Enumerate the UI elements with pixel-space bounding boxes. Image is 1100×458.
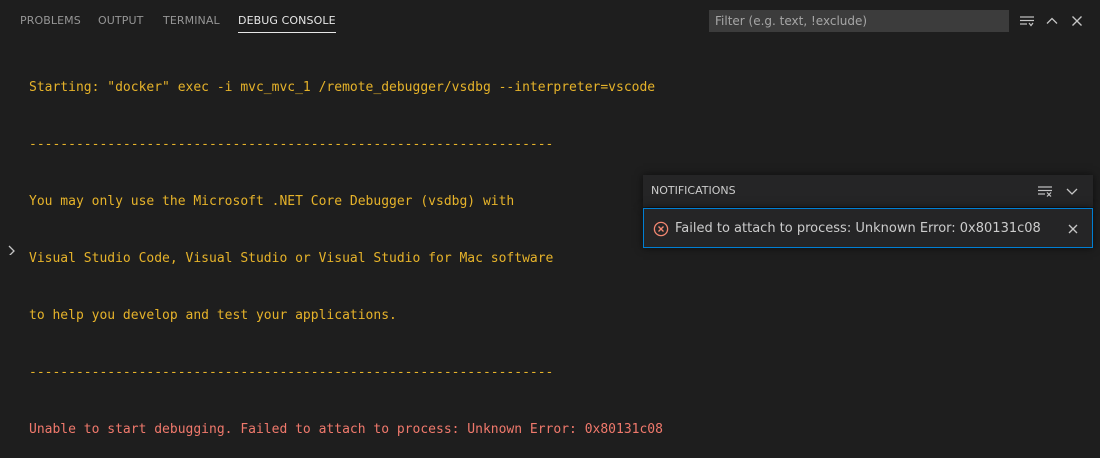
console-input-chevron-icon (4, 240, 20, 259)
hide-notifications-button[interactable] (1064, 183, 1080, 203)
console-line: Starting: "docker" exec -i mvc_mvc_1 /re… (29, 80, 656, 95)
notification-message: Failed to attach to process: Unknown Err… (675, 221, 1041, 236)
debug-console-output: Starting: "docker" exec -i mvc_mvc_1 /re… (29, 40, 1089, 458)
close-panel-button[interactable] (1066, 10, 1088, 32)
error-icon (653, 221, 669, 241)
console-line: to help you develop and test your applic… (29, 308, 397, 323)
tab-terminal[interactable]: TERMINAL (163, 0, 220, 40)
clear-all-notifications-button[interactable] (1037, 183, 1053, 203)
tab-problems[interactable]: PROBLEMS (20, 0, 81, 40)
close-icon (1068, 224, 1078, 234)
notifications-title: NOTIFICATIONS (651, 184, 736, 197)
notification-toast[interactable]: Failed to attach to process: Unknown Err… (643, 208, 1093, 248)
console-error-line: Unable to start debugging. Failed to att… (29, 422, 663, 437)
chevron-down-icon (1066, 188, 1078, 195)
tab-debug-console[interactable]: DEBUG CONSOLE (238, 0, 336, 40)
console-line: ----------------------------------------… (29, 365, 554, 380)
close-icon (1072, 16, 1082, 26)
clear-all-icon (1038, 186, 1052, 197)
notifications-header: NOTIFICATIONS (643, 175, 1093, 207)
panel-tab-bar: PROBLEMS OUTPUT TERMINAL DEBUG CONSOLE (0, 0, 1100, 40)
collapse-all-button[interactable] (1016, 10, 1038, 32)
close-notification-button[interactable] (1065, 221, 1081, 241)
filter-input[interactable] (709, 10, 1009, 32)
console-line: ----------------------------------------… (29, 137, 554, 152)
collapse-all-icon (1020, 16, 1034, 27)
maximize-panel-button[interactable] (1041, 10, 1063, 32)
chevron-up-icon (1046, 17, 1058, 24)
tab-output[interactable]: OUTPUT (98, 0, 143, 40)
